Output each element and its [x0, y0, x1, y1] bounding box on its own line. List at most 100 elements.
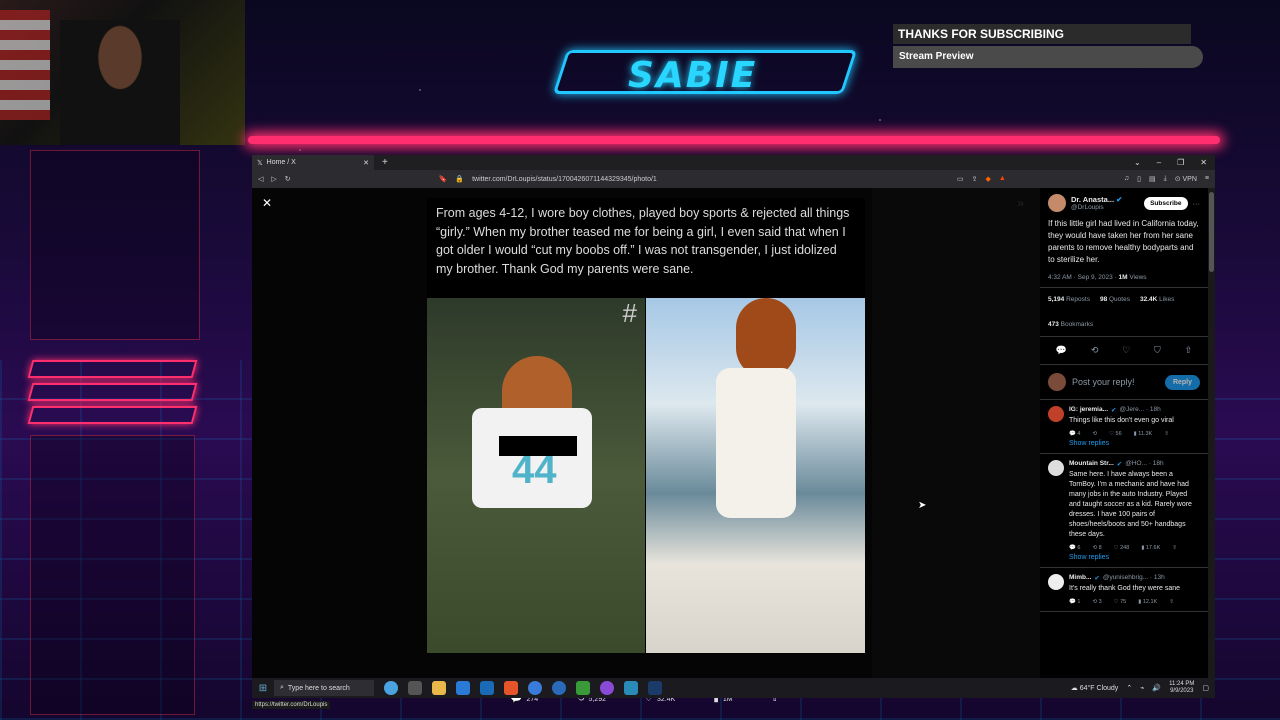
share-icon[interactable]: ⇧ [1172, 545, 1177, 551]
close-viewer-icon[interactable]: ✕ [262, 196, 272, 210]
share-icon[interactable]: ⇧ [1185, 345, 1193, 356]
bookmarks-stat[interactable]: 473 Bookmarks [1048, 321, 1200, 328]
forward-icon[interactable]: ▷ [271, 175, 276, 183]
tab-home-x[interactable]: 𝕏 Home / X ✕ [252, 155, 374, 170]
repost-icon[interactable]: ⟲ 3 [1092, 599, 1101, 605]
reply-icon[interactable]: 💬 1 [1069, 599, 1080, 605]
store-icon[interactable] [456, 681, 470, 695]
tweet-time[interactable]: 4:32 AM · Sep 9, 2023 · [1048, 274, 1117, 281]
avatar[interactable] [1048, 574, 1064, 590]
quotes-stat[interactable]: 98 Quotes [1100, 296, 1130, 303]
heart-icon[interactable]: ♡ 75 [1114, 599, 1127, 605]
task-view-icon[interactable] [408, 681, 422, 695]
xbox-icon[interactable] [576, 681, 590, 695]
reply-author[interactable]: IG: jeremia... [1069, 406, 1108, 414]
bookmark-icon[interactable]: 🔖 [439, 175, 448, 183]
reload-icon[interactable]: ↻ [285, 175, 291, 183]
close-window-icon[interactable]: ✕ [1200, 158, 1207, 167]
reply-input[interactable]: Post your reply! [1072, 377, 1135, 387]
cortana-icon[interactable] [384, 681, 398, 695]
heart-icon[interactable]: ♡ [1122, 345, 1130, 356]
reply-button[interactable]: Reply [1164, 374, 1200, 390]
more-icon[interactable]: ··· [1193, 199, 1201, 208]
repost-icon[interactable]: ⟲ [1092, 431, 1097, 437]
volume-icon[interactable]: 🔊 [1152, 684, 1161, 692]
brave-browser-icon[interactable] [504, 681, 518, 695]
taskbar-clock[interactable]: 11:24 PM 9/9/2023 [1169, 681, 1194, 695]
reply-icon[interactable]: 💬 4 [1069, 431, 1080, 437]
obs-icon[interactable] [600, 681, 614, 695]
weather-widget[interactable]: ☁ 64°F Cloudy [1071, 684, 1119, 692]
reply-author[interactable]: Mountain Str... [1069, 460, 1114, 468]
notifications-icon[interactable]: ▢ [1202, 684, 1209, 692]
heart-icon[interactable]: ♡ 248 [1114, 545, 1130, 551]
minimize-icon[interactable]: – [1157, 158, 1161, 167]
neon-stripe-2 [27, 383, 198, 401]
extensions-icon[interactable]: ♫ [1124, 175, 1129, 183]
verified-icon: ✔ [1094, 575, 1100, 582]
views-icon[interactable]: ▮ 12.1K [1138, 599, 1157, 605]
reply-composer: Post your reply! Reply [1040, 365, 1208, 400]
reply-author[interactable]: Mimb... [1069, 574, 1091, 582]
subscribe-banner-title: THANKS FOR SUBSCRIBING [893, 24, 1191, 44]
network-icon[interactable]: ⌁ [1140, 684, 1144, 692]
show-replies-link[interactable]: Show replies [1069, 437, 1200, 447]
tweet-stats: 5,194 Reposts 98 Quotes 32.4K Likes 473 … [1040, 288, 1208, 337]
show-replies-link[interactable]: Show replies [1069, 551, 1200, 561]
taskbar-search[interactable]: ⌕ Type here to search [274, 680, 374, 696]
subscribe-button[interactable]: Subscribe [1144, 196, 1188, 210]
author-name-link[interactable]: Dr. Anasta... ✔ [1071, 195, 1122, 204]
browser-icon[interactable] [528, 681, 542, 695]
tweet-sidebar: Dr. Anasta... ✔ @DrLoupis Subscribe ··· … [1040, 188, 1208, 678]
verified-icon: ✔ [1116, 461, 1123, 468]
steam-icon[interactable] [648, 681, 662, 695]
heart-icon[interactable]: ♡ 56 [1109, 431, 1122, 437]
reply-icon[interactable]: 💬 6 [1069, 545, 1080, 551]
menu-icon[interactable]: ≡ [1205, 175, 1209, 183]
mail-icon[interactable] [480, 681, 494, 695]
share-icon[interactable]: ⇧ [1169, 599, 1174, 605]
chevron-up-icon[interactable]: ⌃ [1126, 684, 1132, 692]
views-icon[interactable]: ▮ 17.6K [1141, 545, 1160, 551]
avatar[interactable] [1048, 460, 1064, 476]
likes-stat[interactable]: 32.4K Likes [1140, 296, 1174, 303]
reply-icon[interactable]: 💬 [1056, 345, 1067, 356]
share-icon[interactable]: ⇧ [1164, 431, 1169, 437]
url-field[interactable]: twitter.com/DrLoupis/status/170042607114… [472, 176, 657, 183]
vpn-button[interactable]: ⊙ VPN [1175, 175, 1197, 183]
views-icon[interactable]: ▮ 11.3K [1134, 431, 1153, 437]
avatar[interactable] [1048, 406, 1064, 422]
flag-decoration [0, 10, 50, 120]
restore-icon[interactable]: ❐ [1177, 158, 1184, 167]
sidebar-toggle-icon[interactable]: ▯ [1137, 175, 1141, 183]
brave-shield-icon[interactable]: ◆ [986, 175, 991, 183]
reply-text: Same here. I have always been a TomBoy. … [1069, 471, 1192, 538]
wallet-icon[interactable]: ▤ [1149, 175, 1156, 183]
reply-item[interactable]: Mountain Str... ✔ @HO... · 18h Same here. … [1040, 454, 1208, 568]
close-tab-icon[interactable]: ✕ [363, 159, 369, 167]
file-explorer-icon[interactable] [432, 681, 446, 695]
chrome-icon[interactable] [552, 681, 566, 695]
share-icon[interactable]: ⇪ [972, 175, 978, 183]
mouse-cursor-icon: ➤ [918, 500, 927, 511]
download-icon[interactable]: ⤓ [1164, 175, 1167, 183]
brave-rewards-icon[interactable]: ▲ [999, 175, 1006, 183]
new-tab-icon[interactable]: + [382, 157, 388, 168]
chevron-down-icon[interactable]: ⌄ [1134, 158, 1141, 167]
bookmark-icon[interactable]: ⛉ [1154, 345, 1161, 356]
scrollbar[interactable] [1208, 188, 1215, 678]
window-controls: ⌄ – ❐ ✕ [1134, 158, 1215, 167]
app-icon[interactable] [624, 681, 638, 695]
windows-start-icon[interactable]: ⊞ [252, 683, 274, 694]
avatar[interactable] [1048, 194, 1066, 212]
reply-item[interactable]: IG: jeremia... ✔ @Jere... · 18h Things lik… [1040, 400, 1208, 454]
cast-icon[interactable]: ▭ [957, 175, 964, 183]
tweet-text: If this little girl had lived in Califor… [1048, 219, 1199, 264]
reply-item[interactable]: Mimb... ✔ @yunisehbrig... · 13h It's reall… [1040, 568, 1208, 612]
repost-icon[interactable]: ⟲ 8 [1092, 545, 1101, 551]
back-icon[interactable]: ◁ [258, 175, 263, 183]
neon-stripe-1 [27, 360, 198, 378]
scrollbar-thumb[interactable] [1209, 192, 1214, 272]
reposts-stat[interactable]: 5,194 Reposts [1048, 296, 1090, 303]
repost-icon[interactable]: ⟲ [1091, 345, 1099, 356]
